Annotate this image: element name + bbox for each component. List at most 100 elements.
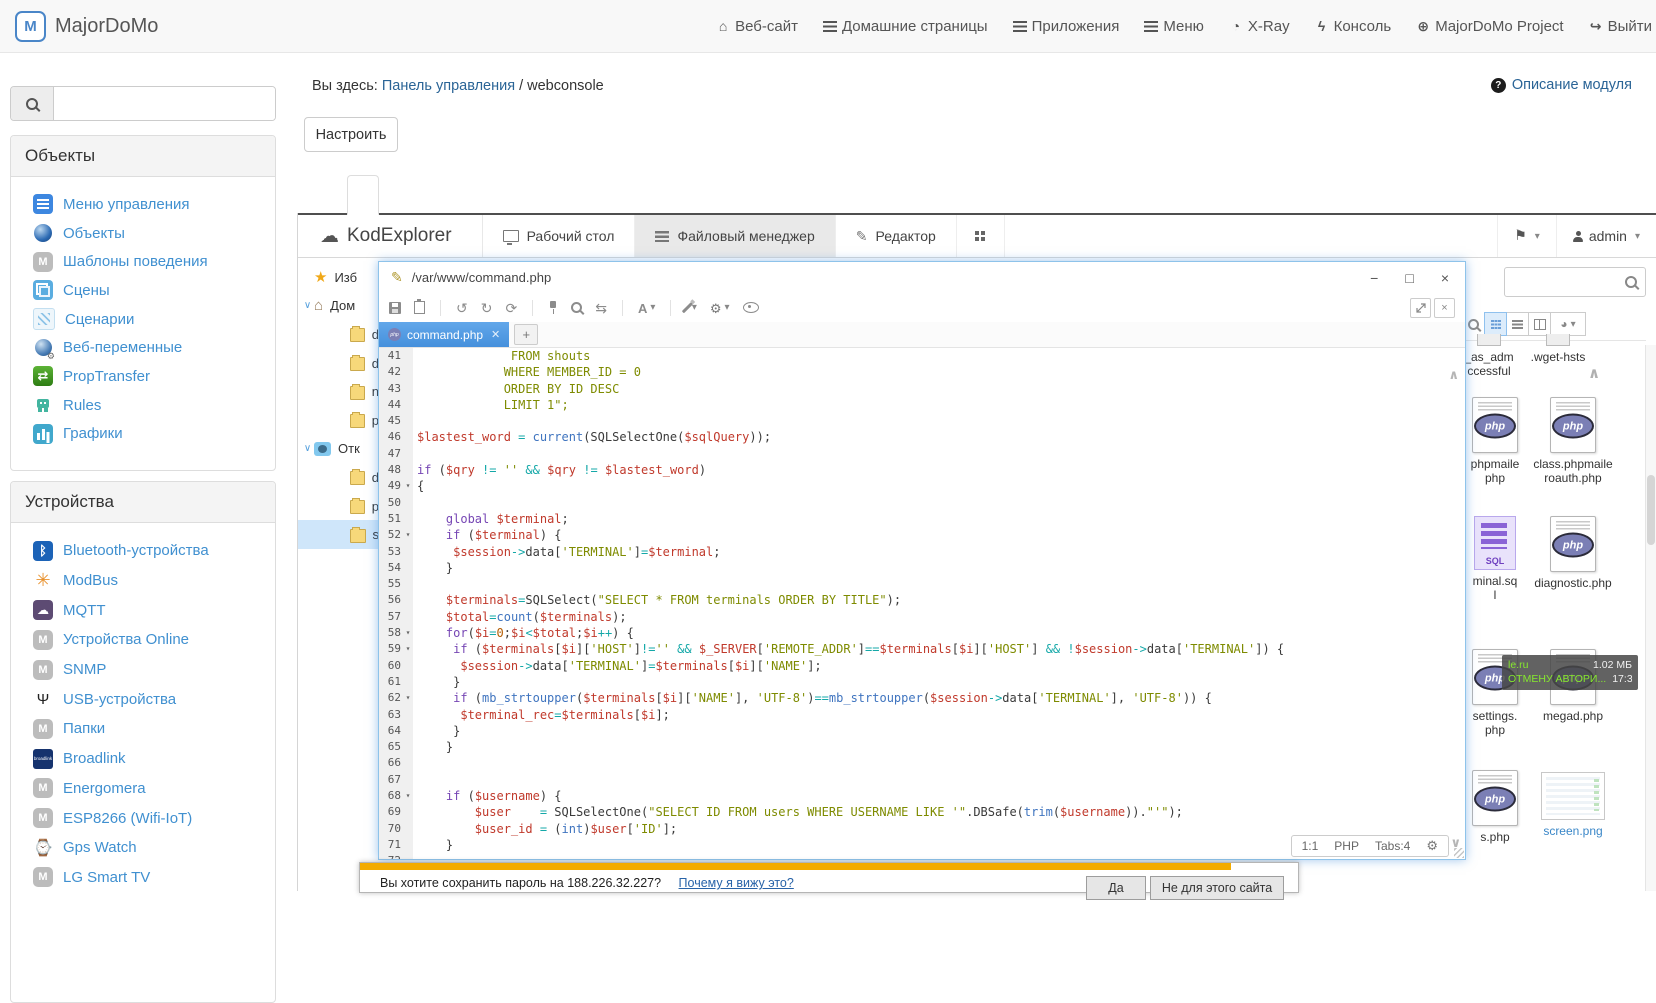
yes-button[interactable]: Да (1086, 876, 1146, 900)
sidebar-item[interactable]: Графики (11, 420, 275, 449)
goto-button[interactable]: ⇆ (595, 301, 607, 315)
fold-caret-icon[interactable] (403, 364, 413, 380)
line-number[interactable]: 43 (379, 381, 403, 397)
fold-caret-icon[interactable] (403, 609, 413, 625)
file-item[interactable]: class.phpmaile roauth.php (1535, 397, 1611, 486)
refresh-button[interactable]: ⟳ (505, 301, 517, 315)
editor-titlebar[interactable]: /var/www/command.php − □ × (379, 262, 1465, 293)
line-number[interactable]: 67 (379, 772, 403, 788)
file-item[interactable]: _as_adm ccessful (1460, 334, 1518, 379)
fold-caret-icon[interactable] (403, 853, 413, 859)
line-number[interactable]: 41 (379, 348, 403, 364)
top-nav-item[interactable]: MajorDoMo Project (1416, 18, 1563, 35)
top-nav-item[interactable]: Консоль (1315, 18, 1392, 35)
file-item[interactable]: diagnostic.php (1535, 516, 1611, 591)
fold-caret-icon[interactable] (403, 821, 413, 837)
maximize-icon[interactable]: □ (1405, 271, 1413, 285)
sidebar-item[interactable]: Объекты (11, 219, 275, 248)
line-number[interactable]: 52 (379, 527, 403, 543)
fold-caret-icon[interactable] (403, 397, 413, 413)
module-description-link[interactable]: Описание модуля (1512, 77, 1632, 93)
line-number[interactable]: 45 (379, 413, 403, 429)
tab-close-icon[interactable]: ✕ (491, 328, 500, 341)
line-number[interactable]: 66 (379, 755, 403, 771)
tab-size[interactable]: Tabs:4 (1375, 839, 1410, 853)
fold-caret-icon[interactable] (403, 462, 413, 478)
top-nav-item[interactable]: Веб-сайт (716, 18, 798, 35)
fold-caret-icon[interactable] (403, 723, 413, 739)
sidebar-item[interactable]: Gps Watch (11, 833, 275, 863)
save-button[interactable] (389, 302, 401, 314)
line-number[interactable]: 54 (379, 560, 403, 576)
settings-menu-button[interactable] (710, 301, 730, 315)
sidebar-item[interactable]: Rules (11, 391, 275, 420)
why-link[interactable]: Почему я вижу это? (679, 876, 794, 890)
fold-caret-icon[interactable] (403, 560, 413, 576)
close-icon[interactable]: × (1441, 271, 1449, 285)
file-item[interactable]: minal.sq l (1460, 516, 1530, 603)
top-nav-item[interactable]: Меню (1144, 18, 1204, 35)
sidebar-item[interactable]: Папки (11, 714, 275, 744)
line-number[interactable]: 46 (379, 429, 403, 445)
sidebar-item[interactable]: ModBus (11, 566, 275, 596)
line-number[interactable]: 65 (379, 739, 403, 755)
fold-caret-icon[interactable] (403, 625, 413, 641)
line-number[interactable]: 50 (379, 495, 403, 511)
line-number[interactable]: 48 (379, 462, 403, 478)
sidebar-item[interactable]: Шаблоны поведения (11, 247, 275, 276)
file-item[interactable]: .wget-hsts (1526, 334, 1590, 365)
fold-caret-icon[interactable] (403, 658, 413, 674)
line-number[interactable]: 68 (379, 788, 403, 804)
fold-caret-icon[interactable] (403, 674, 413, 690)
fold-caret-icon[interactable] (403, 739, 413, 755)
line-number[interactable]: 58 (379, 625, 403, 641)
gear-icon[interactable] (1426, 838, 1438, 854)
sidebar-item[interactable]: Веб-переменные (11, 333, 275, 362)
file-item[interactable]: s.php (1460, 770, 1530, 845)
fold-caret-icon[interactable] (403, 413, 413, 429)
fold-caret-icon[interactable] (403, 446, 413, 462)
sidebar-item[interactable]: SNMP (11, 655, 275, 685)
fold-caret-icon[interactable] (403, 592, 413, 608)
line-number[interactable]: 42 (379, 364, 403, 380)
pin-button[interactable] (548, 301, 558, 315)
search-input[interactable] (54, 87, 275, 120)
new-tab-button[interactable]: + (514, 324, 538, 345)
line-number[interactable]: 59 (379, 641, 403, 657)
line-number[interactable]: 61 (379, 674, 403, 690)
sidebar-item[interactable]: USB-устройства (11, 684, 275, 714)
preview-button[interactable] (743, 302, 759, 313)
line-number[interactable]: 51 (379, 511, 403, 527)
not-for-this-site-button[interactable]: Не для этого сайта (1150, 876, 1284, 900)
editor-scroll-up-icon[interactable]: ∧ (1448, 367, 1459, 383)
line-number[interactable]: 44 (379, 397, 403, 413)
format-menu-button[interactable] (686, 301, 697, 314)
fold-caret-icon[interactable] (403, 804, 413, 820)
line-number[interactable]: 60 (379, 658, 403, 674)
fold-caret-icon[interactable] (403, 641, 413, 657)
fold-caret-icon[interactable] (403, 348, 413, 364)
sidebar-item[interactable]: PropTransfer (11, 362, 275, 391)
search-button[interactable] (11, 87, 54, 120)
line-number[interactable]: 69 (379, 804, 403, 820)
line-number[interactable]: 64 (379, 723, 403, 739)
line-number[interactable]: 56 (379, 592, 403, 608)
breadcrumb-link[interactable]: Панель управления (382, 78, 515, 94)
tab[interactable] (347, 175, 379, 215)
line-number[interactable]: 70 (379, 821, 403, 837)
file-item-selected[interactable]: screen.png (1535, 772, 1611, 839)
top-nav-item[interactable]: Выйти (1589, 18, 1652, 35)
line-number[interactable]: 47 (379, 446, 403, 462)
sidebar-item[interactable]: Сцены (11, 276, 275, 305)
line-number[interactable]: 72 (379, 853, 403, 859)
line-number[interactable]: 55 (379, 576, 403, 592)
font-menu-button[interactable] (638, 301, 655, 315)
fold-caret-icon[interactable] (403, 429, 413, 445)
sidebar-item[interactable]: Bluetooth-устройства (11, 536, 275, 566)
line-number[interactable]: 62 (379, 690, 403, 706)
sidebar-item[interactable]: Устройства Online (11, 625, 275, 655)
line-number[interactable]: 57 (379, 609, 403, 625)
line-number[interactable]: 63 (379, 707, 403, 723)
fold-caret-icon[interactable] (403, 511, 413, 527)
fold-caret-icon[interactable] (403, 772, 413, 788)
